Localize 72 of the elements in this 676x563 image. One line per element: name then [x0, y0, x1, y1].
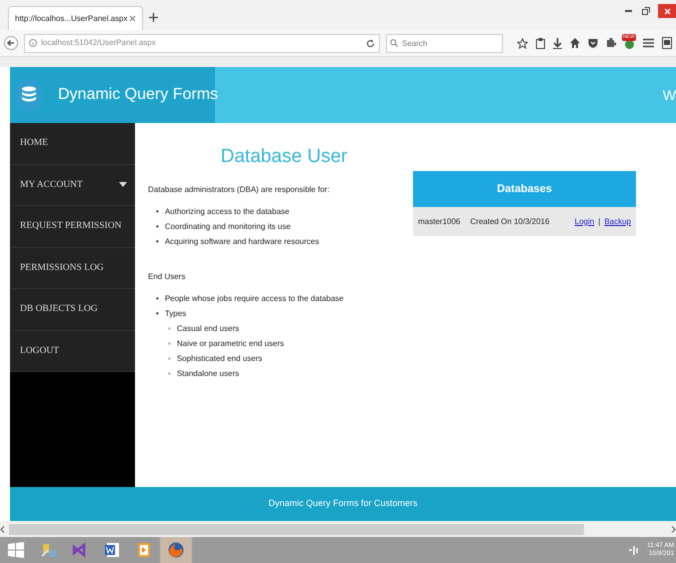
database-name: master1006 — [418, 216, 460, 228]
section-intro: Database administrators (DBA) are responsible for: — [148, 184, 330, 196]
document-icon — [104, 542, 120, 558]
bullet: ◦ — [168, 322, 171, 334]
bullet: • — [156, 292, 159, 304]
action-link[interactable]: Backup — [604, 216, 631, 228]
play-icon — [136, 542, 152, 558]
star-icon[interactable] — [517, 38, 528, 48]
panel-header: Databases — [413, 171, 636, 207]
scroll-right-icon[interactable] — [671, 526, 676, 532]
tab-title: http://localhos...UserPanel.aspx — [15, 12, 128, 24]
menu-icon[interactable] — [643, 38, 654, 48]
list-item: Types — [164, 308, 186, 320]
network-icon[interactable] — [629, 545, 640, 555]
page-title: Database User — [220, 145, 348, 169]
shield-icon[interactable] — [588, 38, 598, 48]
action-link[interactable]: Login — [574, 216, 594, 228]
infinity-icon — [72, 542, 88, 558]
reload-icon[interactable] — [366, 38, 375, 48]
bullet: ◦ — [168, 338, 171, 350]
link-separator: | — [598, 216, 600, 228]
globe-icon — [168, 542, 184, 558]
dropdown-menu-item[interactable]: MY ACCOUNT — [10, 164, 135, 206]
bullet: • — [156, 308, 159, 320]
new-tab-icon[interactable] — [149, 13, 158, 22]
taskbar-app[interactable] — [160, 537, 192, 563]
list-item: Authorizing access to the database — [164, 206, 290, 218]
info-icon — [29, 39, 37, 47]
sidebar-item[interactable]: PERMISSIONS LOG — [10, 248, 135, 289]
bullet: ◦ — [168, 352, 171, 364]
sidebar-icon[interactable] — [662, 37, 672, 49]
puzzle-icon[interactable] — [606, 38, 616, 48]
bullet: • — [156, 220, 159, 232]
close-button[interactable] — [658, 4, 676, 18]
tools-icon — [40, 542, 56, 558]
sidebar-item[interactable]: LOGOUT — [10, 330, 135, 372]
list-item: Naive or parametric end users — [176, 338, 284, 350]
close-icon[interactable] — [129, 15, 136, 22]
scroll-left-icon[interactable] — [0, 526, 5, 532]
browser-tab[interactable]: http://localhos...UserPanel.aspx — [8, 6, 143, 30]
footer-text: Dynamic Query Forms for Customers — [10, 487, 676, 521]
created-date: Created On 10/3/2016 — [470, 216, 550, 228]
clipboard-icon[interactable] — [536, 38, 545, 48]
list-item: People whose jobs require access to the database — [164, 292, 344, 305]
search-icon — [390, 38, 398, 46]
bullet: ◦ — [168, 368, 171, 380]
sidebar-item[interactable]: REQUEST PERMISSION — [10, 206, 135, 248]
section-intro: End Users — [148, 270, 186, 282]
bullet: • — [156, 236, 159, 248]
bullet: • — [156, 206, 159, 218]
start-button[interactable] — [8, 542, 24, 558]
close-icon — [664, 8, 670, 14]
list-item: Casual end users — [176, 322, 240, 334]
list-item: Standalone users — [176, 368, 240, 380]
back-icon[interactable] — [4, 36, 18, 50]
sidebar-item[interactable]: DB OBJECTS LOG — [10, 289, 135, 330]
sidebar-item[interactable]: HOME — [10, 123, 135, 164]
restore-icon[interactable] — [642, 7, 650, 15]
sidebar-item-label: MY ACCOUNT — [20, 178, 83, 192]
minimize-icon[interactable] — [624, 10, 632, 12]
list-item: Acquiring software and hardware resources — [164, 236, 320, 248]
home-icon[interactable] — [570, 38, 580, 48]
url-text: localhost:51042/UserPanel.aspx — [41, 37, 157, 49]
search-field[interactable]: Search — [386, 34, 503, 52]
download-icon[interactable] — [553, 38, 562, 48]
scrollbar-thumb[interactable] — [9, 524, 584, 534]
header-text: W — [662, 86, 676, 104]
caret-icon — [119, 182, 127, 188]
database-icon[interactable] — [14, 78, 44, 112]
list-item: Coordinating and monitoring its use — [164, 220, 291, 233]
address-field[interactable]: localhost:51042/UserPanel.aspx — [24, 34, 380, 52]
list-item: Sophisticated end users — [176, 352, 262, 365]
